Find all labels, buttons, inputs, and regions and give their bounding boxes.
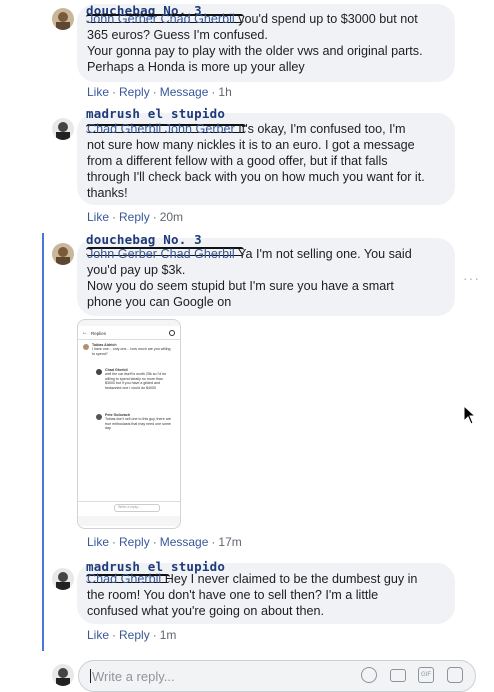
avatar (83, 344, 89, 350)
comment-author[interactable]: madrush el stupido (86, 106, 225, 121)
avatar[interactable] (52, 568, 74, 590)
timestamp[interactable]: 17m (218, 535, 241, 549)
reply-input[interactable]: Write a reply... GIF (78, 660, 476, 692)
camera-icon[interactable] (390, 669, 406, 682)
reply-link[interactable]: Reply (119, 210, 150, 224)
comment-text: from a different fellow with a good offe… (87, 154, 388, 168)
comment-text: the room! You don't have one to sell the… (87, 588, 379, 602)
message-link[interactable]: Message (160, 85, 209, 99)
like-link[interactable]: Like (87, 210, 109, 224)
reply-placeholder: Write a reply... (92, 669, 175, 684)
reply-input-placeholder: Write a reply... (118, 505, 141, 509)
comment-actions: Like · Reply · Message · 1h (87, 85, 232, 99)
tagged-name[interactable]: Chad Gherbil (87, 572, 161, 586)
reply-text: I have one... only one... how much are y… (92, 347, 171, 356)
comment-actions: Like · Reply · 1m (87, 628, 177, 642)
comment-text: phone you can Google on (87, 295, 232, 309)
like-link[interactable]: Like (87, 85, 109, 99)
timestamp[interactable]: 1h (218, 85, 231, 99)
phone-nav-bar (78, 516, 180, 526)
tagged-name[interactable]: John Gerber (87, 12, 157, 26)
tagged-name[interactable]: Chad Gherbil (87, 122, 161, 136)
comment-text: you'd pay up $3k. (87, 263, 186, 277)
comment-text: you'd spend up to $3000 but not (238, 12, 418, 26)
comment-text: Hey I never claimed to be the dumbest gu… (164, 572, 418, 586)
comment-text: Ya I'm not selling one. You said (238, 247, 412, 261)
avatar (96, 369, 102, 375)
reply-author: Pete Golovach (105, 413, 130, 417)
thread-line (42, 233, 44, 651)
tagged-name[interactable]: Chad Gherbil (161, 12, 235, 26)
comment-text: through I'll check back with you on how … (87, 170, 425, 184)
like-link[interactable]: Like (87, 535, 109, 549)
timestamp[interactable]: 20m (160, 210, 183, 224)
avatar (96, 414, 102, 420)
replies-header: Replies (91, 331, 107, 336)
comment-text: 365 euros? Guess I'm confused. (87, 28, 268, 42)
reply-input: Write a reply... (114, 504, 160, 512)
phone-status-bar (78, 320, 180, 326)
message-link[interactable]: Message (160, 535, 209, 549)
comment-text: confused what you're going on about then… (87, 604, 324, 618)
timestamp[interactable]: 1m (160, 628, 177, 642)
gif-icon[interactable]: GIF (418, 667, 434, 683)
comment-text: thanks! (87, 186, 128, 200)
comment-author[interactable]: douchebag No. 3 (86, 232, 202, 247)
reply-text: well the car itself is worth 25k so I'd … (105, 372, 167, 390)
reply-link[interactable]: Reply (119, 535, 150, 549)
attached-screenshot[interactable]: ← Replies Tobias Aldrich I have one... o… (77, 319, 181, 529)
comment-text: Your gonna pay to play with the older vw… (87, 44, 423, 58)
more-options-icon[interactable]: ··· (463, 270, 480, 286)
tagged-name[interactable]: Chad Gherbil (161, 247, 235, 261)
search-icon (169, 330, 175, 336)
comment-text: not sure how many nickles it is to an eu… (87, 138, 415, 152)
comment-text: It's okay, I'm confused too, I'm (238, 122, 406, 136)
tagged-name[interactable]: John Gerber (165, 122, 235, 136)
reply-link[interactable]: Reply (119, 628, 150, 642)
emoji-icon[interactable] (361, 667, 377, 683)
mouse-cursor-icon (463, 404, 477, 430)
tagged-name[interactable]: John Gerber (87, 247, 157, 261)
reply-author: Tobias Aldrich (92, 343, 117, 347)
sticker-icon[interactable] (447, 667, 463, 683)
avatar[interactable] (52, 118, 74, 140)
reply-link[interactable]: Reply (119, 85, 150, 99)
comment-text: Now you do seem stupid but I'm sure you … (87, 279, 394, 293)
reply-text: Tobias don't sell one to this guy, there… (105, 417, 171, 431)
back-arrow-icon: ← (82, 330, 88, 336)
like-link[interactable]: Like (87, 628, 109, 642)
avatar[interactable] (52, 243, 74, 265)
comment-text: Perhaps a Honda is more up your alley (87, 60, 305, 74)
text-cursor (90, 669, 91, 683)
avatar[interactable] (52, 8, 74, 30)
comment-actions: Like · Reply · Message · 17m (87, 535, 242, 549)
comment-actions: Like · Reply · 20m (87, 210, 184, 224)
reply-author: Chad Gherbil (105, 368, 128, 372)
avatar (52, 664, 74, 686)
